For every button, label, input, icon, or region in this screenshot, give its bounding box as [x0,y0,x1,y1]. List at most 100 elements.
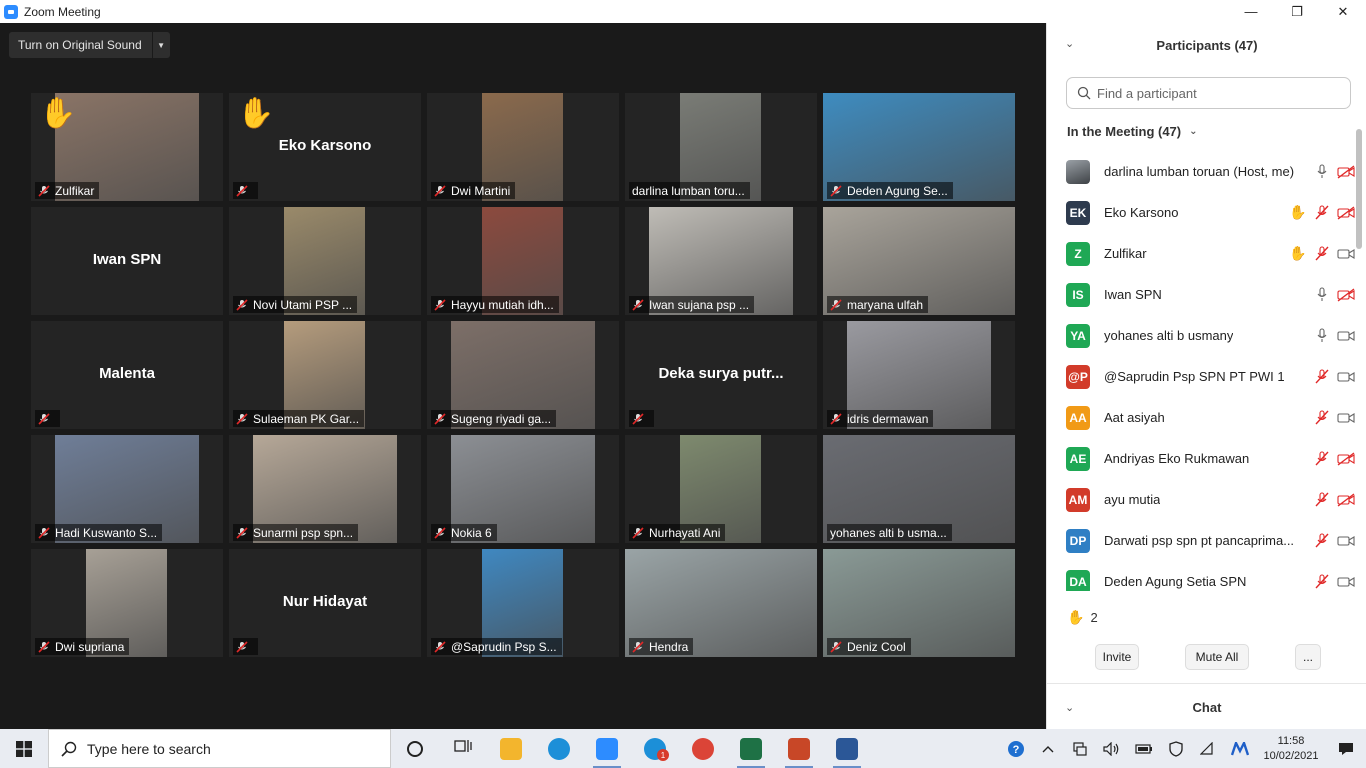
participant-row[interactable]: IS Iwan SPN [1047,274,1355,315]
participant-row[interactable]: EK Eko Karsono ✋ [1047,192,1355,233]
minimize-button[interactable]: — [1228,0,1274,23]
video-tile[interactable]: Eko Karsono ✋ [229,93,421,201]
file-explorer-icon [500,737,522,760]
avatar: EK [1066,200,1090,225]
participant-row[interactable]: Z Zulfikar ✋ [1047,233,1355,274]
video-caption-name: @Saprudin Psp S... [451,639,557,654]
video-icon [1337,409,1355,426]
invite-button[interactable]: Invite [1095,644,1139,670]
security-shield-icon[interactable] [1160,729,1192,768]
taskbar-search-box[interactable]: Type here to search [48,729,391,768]
taskbar-clock[interactable]: 11:58 10/02/2021 [1256,734,1326,764]
notifications-icon[interactable] [1326,729,1366,768]
participant-row[interactable]: AE Andriyas Eko Rukmawan [1047,438,1355,479]
muted-mic-icon [830,640,842,653]
video-tile[interactable]: idris dermawan [823,321,1015,429]
maximize-button[interactable]: ❐ [1274,0,1320,23]
chevron-down-icon[interactable]: ▼ [151,32,170,58]
excel-icon [740,737,762,760]
taskbar-app-task-view[interactable] [439,729,487,768]
volume-icon[interactable] [1096,729,1128,768]
start-button[interactable] [0,729,48,768]
participant-row[interactable]: AA Aat asiyah [1047,397,1355,438]
network-icon[interactable] [1064,729,1096,768]
muted-mic-icon [236,412,248,425]
scrollbar-thumb[interactable] [1356,129,1362,249]
participant-search-input[interactable] [1097,85,1337,101]
participant-display-name: Deka surya putr... [658,365,784,382]
taskbar-app-skype[interactable]: 1 [631,729,679,768]
cortana-circle-icon [407,740,423,757]
avatar: YA [1066,323,1090,348]
video-tile[interactable]: Hendra [625,549,817,657]
show-hidden-icons-chevron-icon[interactable] [1032,729,1064,768]
title-bar: Zoom Meeting — ❐ ✕ [0,0,1366,23]
video-tile[interactable]: Deden Agung Se... [823,93,1015,201]
video-caption-name: Dwi Martini [451,183,511,198]
in-meeting-section[interactable]: In the Meeting (47) ⌄ [1067,124,1198,139]
video-caption-name: Iwan sujana psp ... [649,297,750,312]
video-tile[interactable]: Sulaeman PK Gar... [229,321,421,429]
video-tile[interactable]: Hayyu mutiah idh... [427,207,619,315]
video-tile[interactable]: Nur Hidayat [229,549,421,657]
participant-search[interactable] [1066,77,1351,109]
video-tile[interactable]: maryana ulfah [823,207,1015,315]
video-tile[interactable]: Deka surya putr... [625,321,817,429]
video-tile[interactable]: Sugeng riyadi ga... [427,321,619,429]
participant-row[interactable]: AM ayu mutia [1047,479,1355,520]
participants-panel: ⌄ Participants (47) In the Meeting (47) … [1046,23,1366,729]
taskbar-app-edge[interactable] [535,729,583,768]
taskbar-app-word[interactable] [823,729,871,768]
muted-mic-icon [830,412,842,425]
help-icon[interactable]: ? [1000,729,1032,768]
video-tile[interactable]: Nokia 6 [427,435,619,543]
original-sound-label: Turn on Original Sound [18,38,142,52]
meet-app-icon[interactable] [1224,729,1256,768]
video-tile[interactable]: Hadi Kuswanto S... [31,435,223,543]
battery-icon[interactable] [1128,729,1160,768]
mute-all-button[interactable]: Mute All [1185,644,1249,670]
video-caption: Hayyu mutiah idh... [431,296,559,313]
participant-row[interactable]: darlina lumban toruan (Host, me) [1047,151,1355,192]
raised-hand-icon: ✋ [39,97,77,130]
participant-list-scrollbar[interactable] [1355,127,1363,593]
video-caption-name: yohanes alti b usma... [830,525,947,540]
video-caption: Hadi Kuswanto S... [35,524,163,541]
raised-hand-icon: ✋ [1289,204,1307,220]
windows-logo-icon [16,740,32,757]
video-tile[interactable]: Iwan SPN [31,207,223,315]
more-options-button[interactable]: ... [1295,644,1321,670]
video-tile[interactable]: ✋ Zulfikar [31,93,223,201]
video-tile[interactable]: Iwan sujana psp ... [625,207,817,315]
participant-row[interactable]: DP Darwati psp spn pt pancaprima... [1047,520,1355,561]
video-tile[interactable]: @Saprudin Psp S... [427,549,619,657]
muted-mic-icon [1313,532,1331,549]
video-tile[interactable]: Sunarmi psp spn... [229,435,421,543]
participant-display-name: Eko Karsono [278,137,372,154]
close-button[interactable]: ✕ [1320,0,1366,23]
video-tile[interactable]: Dwi supriana [31,549,223,657]
participant-row[interactable]: YA yohanes alti b usmany [1047,315,1355,356]
video-tile[interactable]: darlina lumban toru... [625,93,817,201]
taskbar-app-powerpoint[interactable] [775,729,823,768]
participant-row[interactable]: @P @Saprudin Psp SPN PT PWI 1 [1047,356,1355,397]
participant-name: darlina lumban toruan (Host, me) [1104,164,1295,179]
wifi-icon[interactable] [1192,729,1224,768]
video-tile[interactable]: Nurhayati Ani [625,435,817,543]
taskbar-app-chrome[interactable] [679,729,727,768]
participant-name: Eko Karsono [1104,205,1179,220]
video-caption: Zulfikar [35,182,100,199]
participant-name: ayu mutia [1104,492,1161,507]
cortana-button[interactable] [391,729,439,768]
taskbar-app-zoom[interactable] [583,729,631,768]
video-tile[interactable]: Dwi Martini [427,93,619,201]
video-tile[interactable]: Malenta [31,321,223,429]
video-tile[interactable]: yohanes alti b usma... [823,435,1015,543]
original-sound-button[interactable]: Turn on Original Sound ▼ [9,32,170,58]
video-tile[interactable]: Deniz Cool [823,549,1015,657]
chat-header[interactable]: ⌄ Chat [1047,683,1366,729]
video-tile[interactable]: Novi Utami PSP ... [229,207,421,315]
taskbar-app-excel[interactable] [727,729,775,768]
taskbar-app-file-explorer[interactable] [487,729,535,768]
participant-row[interactable]: DA Deden Agung Setia SPN [1047,561,1355,591]
